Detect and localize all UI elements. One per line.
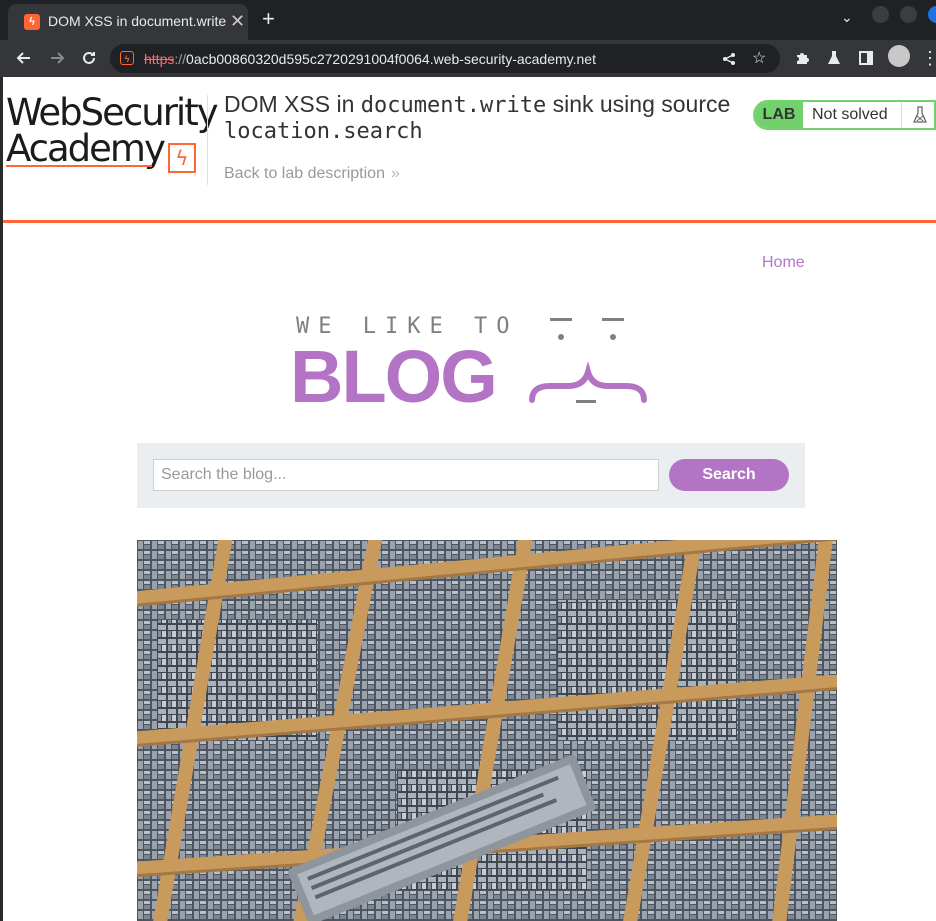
tab-title: DOM XSS in document.write sink using sou… (48, 13, 230, 29)
search-input[interactable] (153, 459, 659, 491)
face-dot-right (610, 334, 616, 340)
back-to-lab-description-link[interactable]: Back to lab description» (224, 165, 400, 183)
tab-search-chevron-icon[interactable]: ⌄ (841, 9, 853, 26)
maximize-button[interactable] (900, 6, 917, 23)
header-divider (207, 95, 208, 185)
blog-banner: WE LIKE TO BLOG (280, 310, 660, 418)
nav-home-link[interactable]: Home (762, 254, 805, 272)
browser-tab[interactable]: ϟ DOM XSS in document.write sink using s… (8, 4, 248, 40)
face-dot-left (558, 334, 564, 340)
lab-status-widget: LAB Not solved (753, 100, 936, 130)
letterpress-tray-photo (137, 540, 837, 921)
face-eye-right (602, 318, 624, 321)
close-tab-icon[interactable]: ✕ (230, 12, 245, 30)
browser-toolbar: ϟ https://0acb00860320d595c2720291004f00… (0, 40, 936, 77)
new-tab-button[interactable]: + (262, 8, 275, 30)
logo-bolt-icon: ϟ (167, 143, 196, 173)
curly-brace-mouth-icon (529, 362, 647, 403)
lab-status-text: Not solved (812, 106, 888, 123)
not-secure-icon[interactable]: ϟ (120, 51, 134, 65)
lab-header: WebSecurity Academy ϟ DOM XSS in document… (0, 77, 936, 223)
face-eye-left (550, 318, 572, 321)
forward-icon[interactable] (45, 46, 69, 72)
lab-badge: LAB (755, 102, 803, 128)
kebab-menu-icon[interactable]: ⋮ (918, 46, 936, 70)
avatar-icon[interactable] (888, 45, 910, 67)
puzzle-icon[interactable] (790, 46, 814, 72)
share-icon[interactable] (722, 48, 736, 71)
close-window-button[interactable] (928, 6, 936, 23)
back-icon[interactable] (12, 46, 36, 72)
blog-post-image[interactable] (137, 540, 837, 921)
sidepanel-icon[interactable] (854, 46, 878, 72)
lab-title: DOM XSS in document.write sink using sou… (224, 91, 731, 144)
double-chevron-right-icon: » (390, 165, 400, 182)
lab-favicon-icon: ϟ (24, 14, 40, 30)
web-security-academy-logo[interactable]: WebSecurity Academy ϟ (6, 94, 219, 173)
reload-icon[interactable] (77, 46, 101, 72)
search-panel: Search (137, 443, 805, 508)
star-icon[interactable]: ☆ (752, 48, 766, 68)
search-button[interactable]: Search (669, 459, 789, 491)
address-bar[interactable]: ϟ https://0acb00860320d595c2720291004f00… (110, 44, 780, 73)
brand-title: BLOG (290, 335, 498, 418)
minimize-button[interactable] (872, 6, 889, 23)
window-edge (0, 77, 3, 921)
flask-icon (901, 102, 934, 128)
browser-tab-bar: ϟ DOM XSS in document.write sink using s… (0, 0, 936, 40)
face-mouth (576, 400, 596, 403)
flask-icon[interactable] (822, 46, 846, 72)
url-text[interactable]: https://0acb00860320d595c2720291004f0064… (144, 51, 596, 67)
logo-underline (6, 165, 152, 167)
